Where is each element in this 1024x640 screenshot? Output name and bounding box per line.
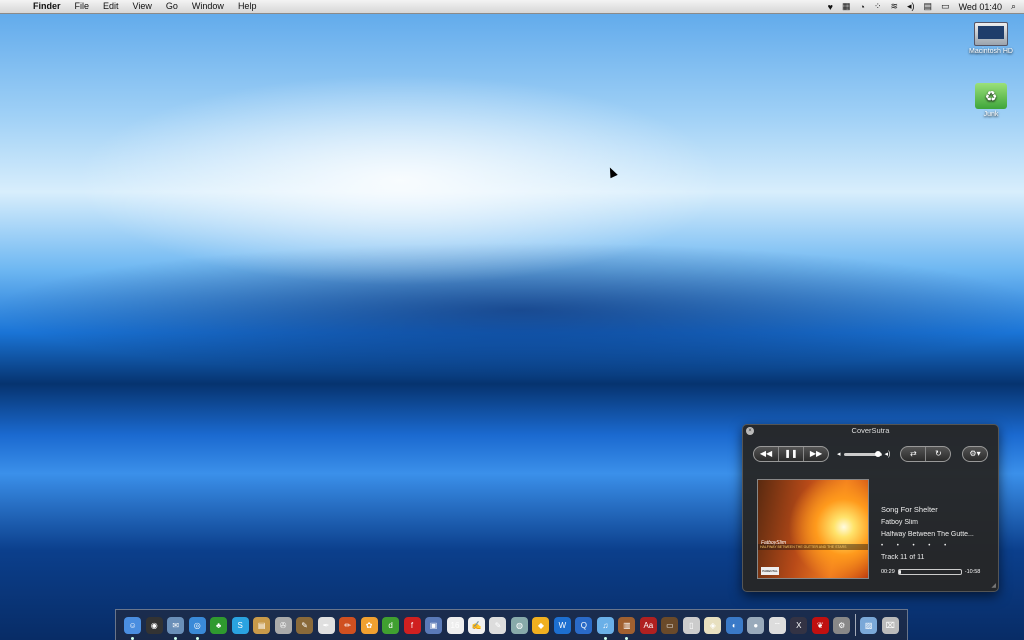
finder-icon[interactable]: ☺ xyxy=(124,616,142,640)
spotlight-search-icon[interactable]: ⌕ xyxy=(1011,1,1016,12)
desktop-icon-junk[interactable]: ♻ Junk xyxy=(961,83,1021,118)
heart-icon[interactable]: ♥ xyxy=(828,2,833,12)
dots-icon[interactable]: ⁘ xyxy=(874,1,882,12)
package-icon[interactable]: ◈ xyxy=(704,616,722,634)
bug-icon[interactable]: ❦ xyxy=(811,616,829,634)
trash-icon[interactable]: ⌧ xyxy=(881,616,899,634)
artist-name: Fatboy Slim xyxy=(881,519,918,526)
elapsed-time: 00:29 xyxy=(881,569,895,575)
menu-go[interactable]: Go xyxy=(159,0,185,13)
track-info: Song For Shelter Fatboy Slim Halfway Bet… xyxy=(881,505,991,566)
clock[interactable]: Wed 01:40 xyxy=(959,2,1002,12)
fast-forward-button[interactable]: ▶▶ xyxy=(804,447,828,461)
desktop-icon-macintosh-hd[interactable]: Macintosh HD xyxy=(961,22,1021,55)
volume-low-icon: ◂ xyxy=(837,451,841,458)
timemachine-icon[interactable]: ◔ xyxy=(860,2,865,12)
settings-gear-button[interactable]: ⚙▾ xyxy=(962,446,988,462)
x11-icon[interactable]: X xyxy=(790,616,808,634)
mail-icon[interactable]: ✉ xyxy=(167,616,185,640)
safari-icon[interactable]: ◎ xyxy=(188,616,206,640)
flash-icon[interactable]: f xyxy=(403,616,421,634)
desktop-icon-label: Macintosh HD xyxy=(969,48,1013,55)
progress-fill xyxy=(898,570,902,574)
dashboard-icon[interactable]: ◉ xyxy=(145,616,163,634)
menu-help[interactable]: Help xyxy=(231,0,264,13)
volume-control: ◂ ◂) xyxy=(837,450,890,458)
hard-drive-icon xyxy=(974,22,1008,46)
dictionary-icon[interactable]: Aa xyxy=(639,616,657,634)
dreamweaver-icon[interactable]: d xyxy=(382,616,400,634)
menu-app-name[interactable]: Finder xyxy=(26,0,68,13)
rating-dots[interactable]: • • • • • xyxy=(881,543,991,549)
mouse-cursor-icon xyxy=(606,165,618,179)
wifi-icon[interactable]: ⌔ xyxy=(768,616,786,634)
textedit-icon[interactable]: ✍ xyxy=(467,616,485,634)
track-number: Track 11 of 11 xyxy=(881,554,925,561)
desktop-icon-label: Junk xyxy=(983,111,999,118)
quicktime-icon[interactable]: Q xyxy=(575,616,593,634)
pencil-icon[interactable]: ✏ xyxy=(339,616,357,634)
grid-icon[interactable]: ▦ xyxy=(842,1,851,12)
album-cover[interactable]: FatboySlim HALFWAY BETWEEN THE GUTTER AN… xyxy=(757,479,869,579)
photo-icon[interactable]: ✿ xyxy=(360,616,378,634)
volume-knob[interactable] xyxy=(874,450,881,457)
transport-controls: ◀◀ ❚❚ ▶▶ xyxy=(753,446,829,462)
globe-icon[interactable]: ◐ xyxy=(725,616,743,634)
rewind-button[interactable]: ◀◀ xyxy=(754,447,779,461)
resize-handle-icon[interactable]: ◢ xyxy=(991,582,996,589)
volume-icon[interactable]: ◂) xyxy=(907,1,915,12)
flag-icon[interactable]: ▤ xyxy=(924,1,933,12)
frontrow-icon[interactable]: ▭ xyxy=(661,616,679,634)
calendar-icon[interactable]: 16 xyxy=(446,616,464,634)
preview-icon[interactable]: ▣ xyxy=(425,616,443,634)
disk-utility-icon[interactable]: ✇ xyxy=(274,616,292,634)
menu-file[interactable]: File xyxy=(68,0,97,13)
mode-controls: ⇄ ↻ xyxy=(900,446,952,462)
system-preferences-icon[interactable]: ⚙ xyxy=(833,616,851,634)
sphere-icon[interactable]: ● xyxy=(747,616,765,634)
shuffle-button[interactable]: ⇄ xyxy=(901,447,927,461)
remaining-time: -10:58 xyxy=(964,569,981,575)
feather-icon[interactable]: ✒ xyxy=(317,616,335,634)
books-icon[interactable]: ▥ xyxy=(618,616,636,640)
w-icon[interactable]: W xyxy=(553,616,571,634)
menu-view[interactable]: View xyxy=(126,0,159,13)
progress-bar[interactable] xyxy=(897,569,962,575)
adium-icon[interactable]: ♣ xyxy=(210,616,228,634)
menu-extras: ♥ ▦ ◔ ⁘ ≋ ◂) ▤ ▭ Wed 01:40 ⌕ xyxy=(828,1,1024,12)
pause-button[interactable]: ❚❚ xyxy=(779,447,804,461)
itunes-icon[interactable]: ♫ xyxy=(596,616,614,640)
coversutra-window: × CoverSutra ◀◀ ❚❚ ▶▶ ◂ ◂) ⇄ ↻ ⚙▾ Fatboy… xyxy=(742,424,999,592)
wifi-icon[interactable]: ≋ xyxy=(890,1,898,12)
cover-title-band: HALFWAY BETWEEN THE GUTTER AND THE STARS xyxy=(758,544,868,550)
window-title: CoverSutra xyxy=(851,426,890,435)
warning-icon[interactable]: ◆ xyxy=(532,616,550,634)
applications-folder-icon[interactable]: ▨ xyxy=(860,616,878,634)
battery-icon[interactable]: ▭ xyxy=(941,1,950,12)
menu-edit[interactable]: Edit xyxy=(96,0,126,13)
script-icon[interactable]: ✎ xyxy=(489,616,507,634)
skype-icon[interactable]: S xyxy=(231,616,249,634)
close-icon[interactable]: × xyxy=(746,427,754,435)
repeat-button[interactable]: ↻ xyxy=(926,447,950,461)
notebook-icon[interactable]: ▤ xyxy=(253,616,271,634)
album-name: Halfway Between The Gutte... xyxy=(881,531,974,538)
player-controls: ◀◀ ❚❚ ▶▶ ◂ ◂) ⇄ ↻ ⚙▾ xyxy=(753,445,988,463)
song-title: Song For Shelter xyxy=(881,505,938,514)
parental-advisory-label: PARENTAL ADVISORY xyxy=(761,567,779,579)
volume-high-icon: ◂) xyxy=(884,451,891,458)
recycle-bin-icon: ♻ xyxy=(975,83,1007,109)
window-titlebar[interactable]: × CoverSutra xyxy=(743,425,998,437)
dock-separator xyxy=(854,614,856,636)
iphoto-icon[interactable]: ◍ xyxy=(510,616,528,634)
menu-window[interactable]: Window xyxy=(185,0,231,13)
menu-bar: Finder File Edit View Go Window Help ♥ ▦… xyxy=(0,0,1024,14)
paint-icon[interactable]: ✎ xyxy=(296,616,314,634)
dock: ☺ ◉ ✉ ◎ ♣ S ▤ ✇ ✎ ✒ ✏ ✿ d f ▣ 16 ✍ ✎ ◍ ◆ W Q ♫ ▥ Aa ▭ ▯ ◈ ◐ ● ⌔ X ❦ ⚙ ▨ ⌧ xyxy=(115,609,908,640)
progress-row: 00:29 -10:58 xyxy=(881,569,989,575)
volume-slider[interactable] xyxy=(843,450,882,457)
remote-icon[interactable]: ▯ xyxy=(682,616,700,634)
